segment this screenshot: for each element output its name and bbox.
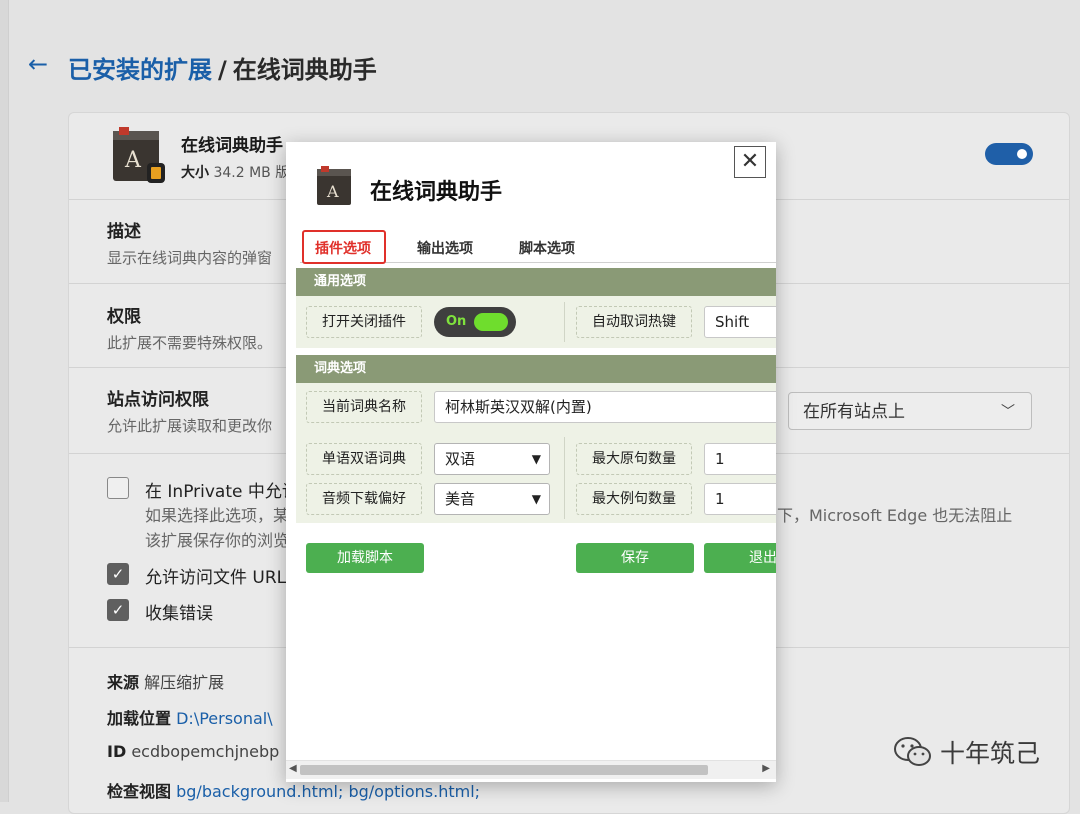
collect-errors-checkbox[interactable]: ✓ [107,599,129,621]
hotkey-label: 自动取词热键 [576,306,692,338]
general-options-body: 打开关闭插件 On 自动取词热键 Shift [296,296,776,348]
inspect-background-link[interactable]: bg/background.html; [176,782,343,801]
load-script-button[interactable]: 加载脚本 [306,543,424,573]
max-orig-input[interactable]: 1 [704,443,776,475]
exit-button[interactable]: 退出 [704,543,776,573]
window-left-edge [0,0,9,802]
breadcrumb-current: 在线词典助手 [232,56,377,84]
load-location-info: 加载位置 D:\Personal\ [107,709,273,728]
dictionary-options-header: 词典选项 [296,355,776,383]
scroll-left-arrow-icon[interactable]: ◀ [289,763,297,774]
max-example-input[interactable]: 1 [704,483,776,515]
toggle-plugin-label: 打开关闭插件 [306,306,422,338]
hotkey-input[interactable]: Shift [704,306,776,338]
inprivate-note-right: 下，Microsoft Edge 也无法阻止 [777,506,1013,525]
svg-text:A: A [124,148,142,173]
file-urls-label: 允许访问文件 URL [145,568,287,588]
scrollbar-thumb[interactable] [300,765,708,775]
tab-plugin-options[interactable]: 插件选项 [315,234,371,262]
chevron-down-icon: ▼ [531,492,541,506]
description-text: 显示在线词典内容的弹窗 [107,249,273,267]
inprivate-note-left: 如果选择此选项，某 [145,506,290,525]
watermark-text: 十年筑己 [940,739,1041,768]
extension-enable-toggle[interactable] [985,143,1033,165]
save-button[interactable]: 保存 [576,543,694,573]
current-dict-label: 当前词典名称 [306,391,422,423]
extension-name: 在线词典助手 [181,136,283,156]
tab-script-options[interactable]: 脚本选项 [519,234,575,262]
breadcrumb-separator: / [218,56,227,84]
extension-book-icon: A [113,127,165,183]
file-urls-checkbox[interactable]: ✓ [107,563,129,585]
wechat-icon [894,737,931,766]
toggle-knob [474,313,508,331]
lang-mode-label: 单语双语词典 [306,443,422,475]
permissions-text: 此扩展不需要特殊权限。 [107,334,273,352]
horizontal-scrollbar[interactable]: ◀ ▶ [286,760,776,779]
close-icon[interactable]: ✕ [734,146,766,178]
inprivate-checkbox[interactable] [107,477,129,499]
svg-text:A: A [326,182,339,201]
inprivate-note-line2: 该扩展保存你的浏览 [145,531,290,550]
audio-pref-label: 音频下载偏好 [306,483,422,515]
chevron-down-icon: ﹀ [1001,404,1015,420]
options-popup: ✕ A 在线词典助手 插件选项 输出选项 脚本选项 通用选项 打开关闭插件 On… [286,142,776,782]
max-example-label: 最大例句数量 [576,483,692,515]
popup-title: 在线词典助手 [370,180,503,205]
general-options-header: 通用选项 [296,268,776,296]
site-access-text: 允许此扩展读取和更改你 [107,417,273,435]
scroll-right-arrow-icon[interactable]: ▶ [762,763,770,774]
id-info: ID ecdbopemchjnebp [107,742,280,761]
inspect-options-link[interactable]: bg/options.html; [348,782,480,801]
divider [564,437,565,519]
plugin-toggle-switch[interactable]: On [434,307,516,337]
permissions-title: 权限 [107,307,141,327]
arrow-left-icon[interactable]: ← [28,50,48,78]
extension-size: 大小 34.2 MB 版 [181,165,290,181]
current-dict-input[interactable]: 柯林斯英汉双解(内置) [434,391,776,423]
site-access-title: 站点访问权限 [107,390,209,410]
tab-output-options[interactable]: 输出选项 [417,234,473,262]
options-tabs: 插件选项 输出选项 脚本选项 [300,230,776,264]
description-title: 描述 [107,222,141,242]
max-orig-label: 最大原句数量 [576,443,692,475]
divider [564,302,565,342]
toggle-state-text: On [446,314,467,329]
inprivate-label: 在 InPrivate 中允许 [145,482,299,502]
dictionary-book-icon: A [317,166,351,205]
lang-mode-select[interactable]: 双语 ▼ [434,443,550,475]
site-access-select[interactable]: 在所有站点上 ﹀ [788,392,1032,430]
source-info: 来源 解压缩扩展 [107,673,225,692]
chevron-down-icon: ▼ [531,452,541,466]
audio-pref-select[interactable]: 美音 ▼ [434,483,550,515]
collect-errors-label: 收集错误 [145,604,213,624]
breadcrumb: 已安装的扩展 / 在线词典助手 [68,50,377,85]
load-location-link[interactable]: D:\Personal\ [176,709,273,728]
breadcrumb-link-installed[interactable]: 已安装的扩展 [68,56,212,84]
dictionary-options-body: 当前词典名称 柯林斯英汉双解(内置) 单语双语词典 双语 ▼ 最大原句数量 1 音… [296,383,776,523]
